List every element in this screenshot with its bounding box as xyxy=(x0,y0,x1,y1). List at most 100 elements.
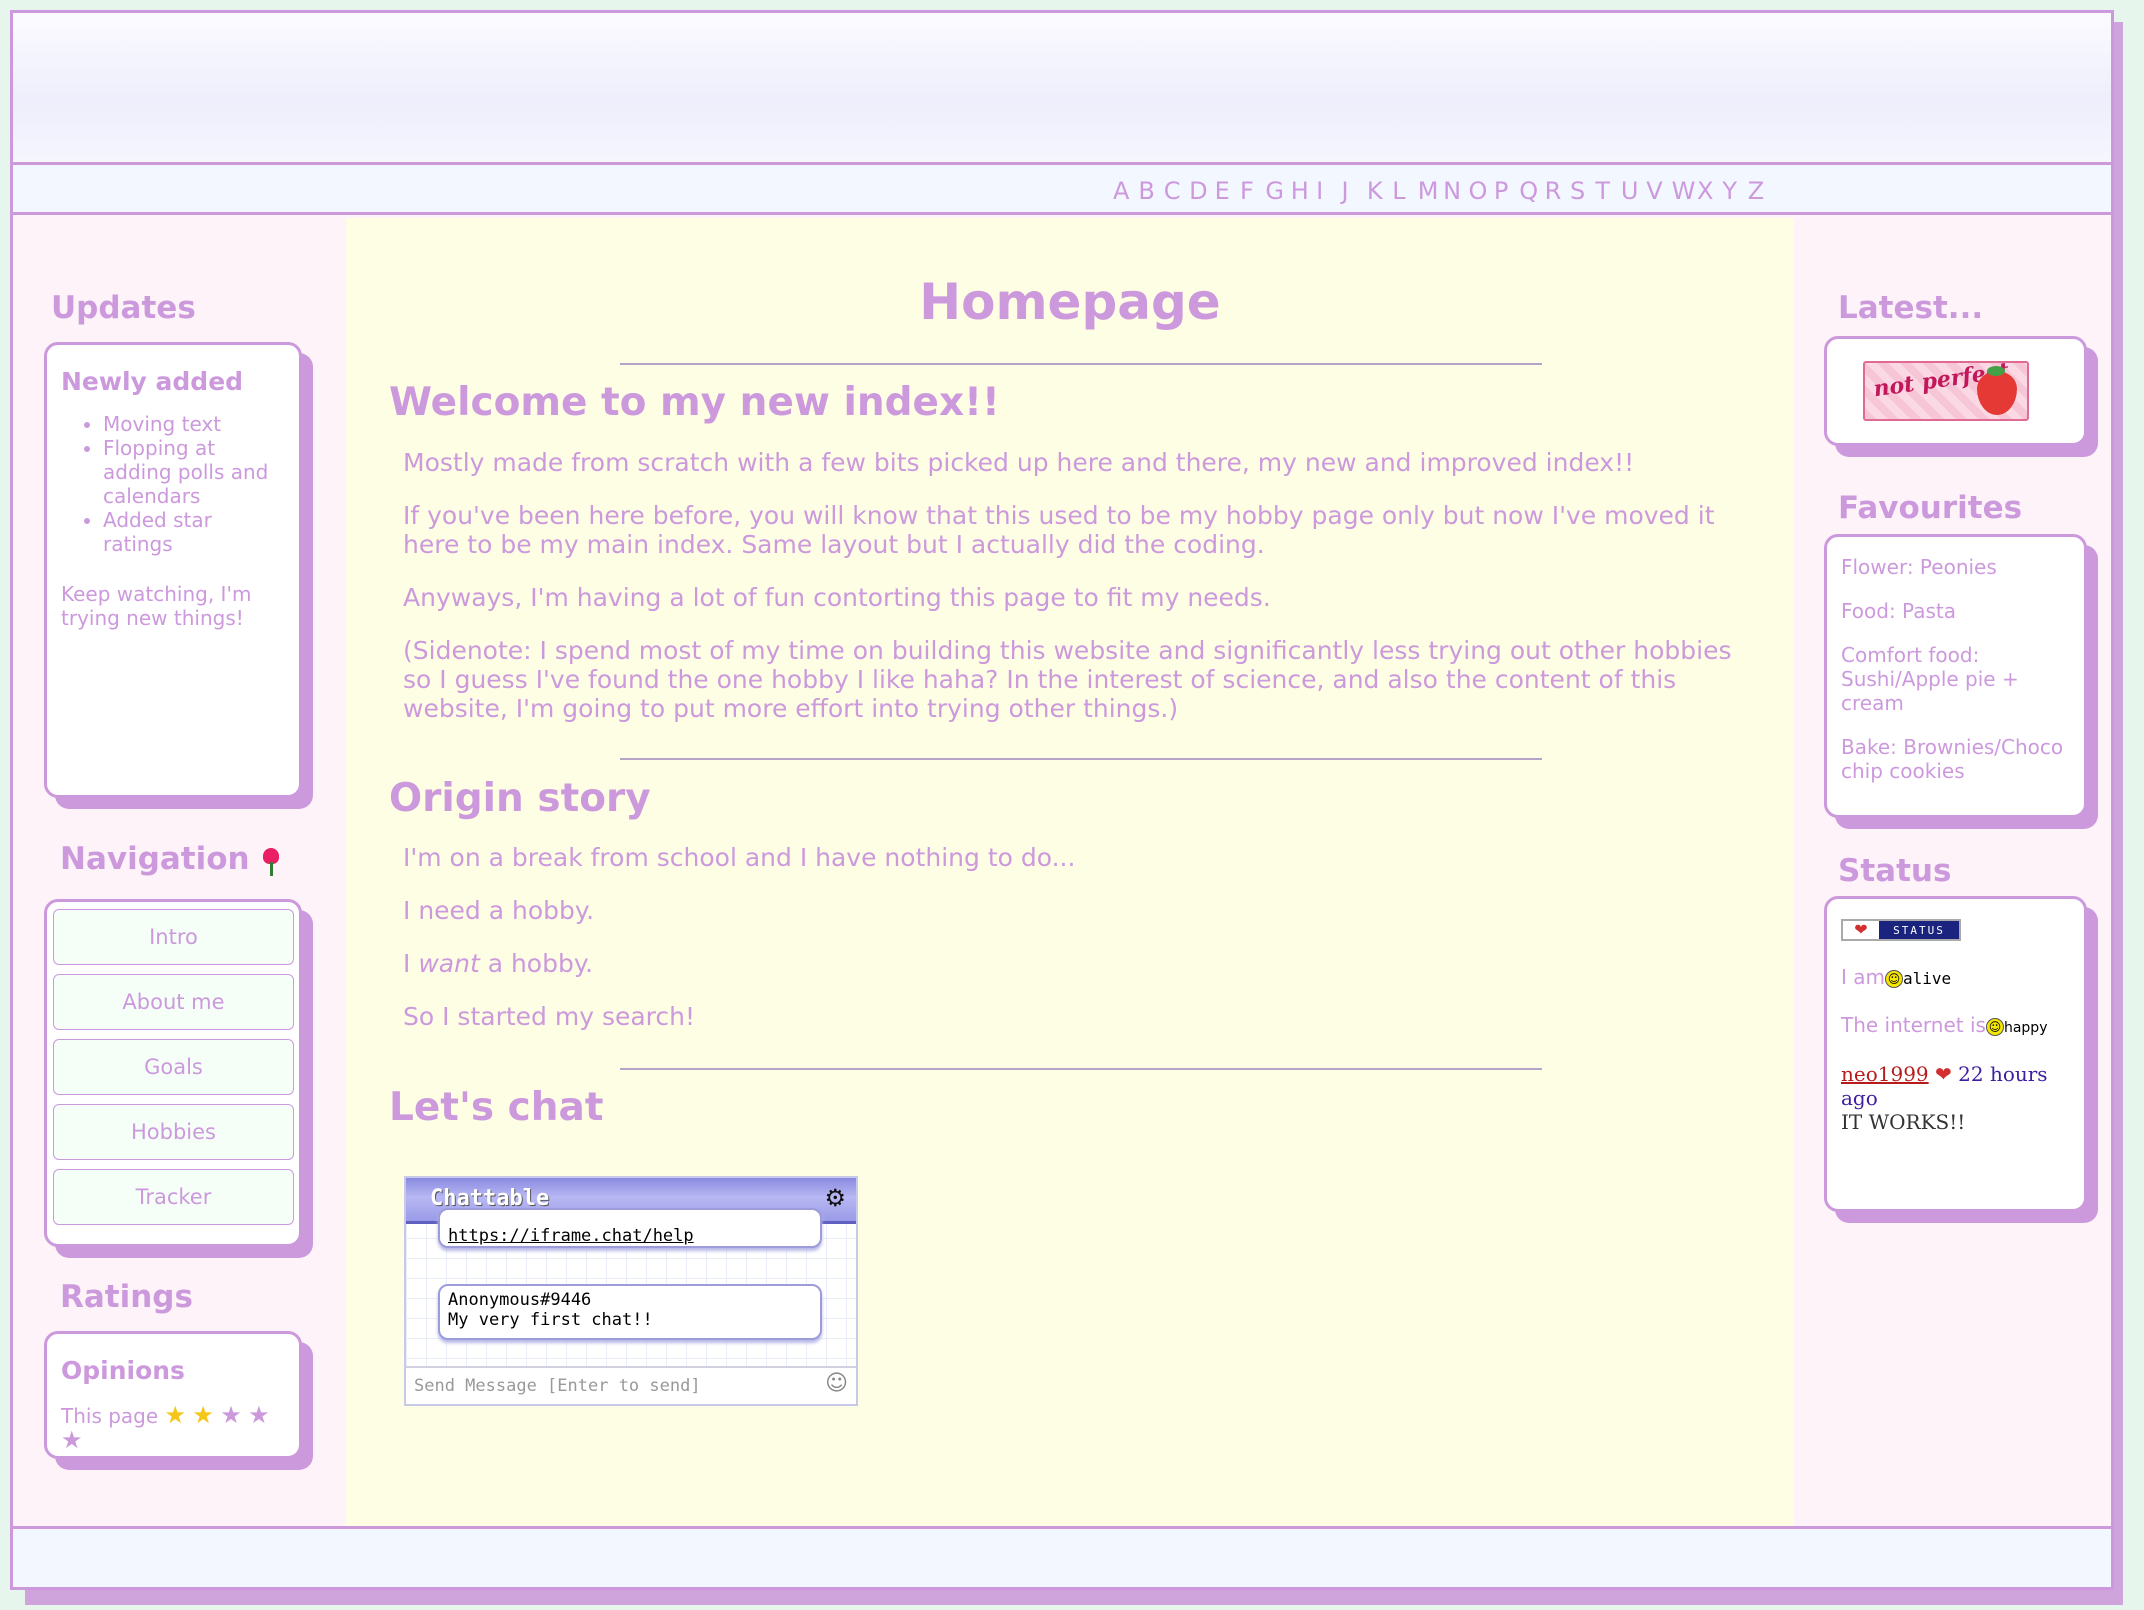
status-badge: ❤ STATUS xyxy=(1841,919,1961,941)
alphabet-link-v[interactable]: V xyxy=(1646,177,1671,205)
emoji-icon[interactable]: ☺ xyxy=(825,1371,848,1396)
welcome-paragraph-1: Mostly made from scratch with a few bits… xyxy=(403,448,1635,477)
updates-subtitle: Newly added xyxy=(61,367,244,396)
navigation-box: Intro About me Goals Hobbies Tracker xyxy=(44,899,302,1247)
page-title: Homepage xyxy=(919,273,1221,331)
alphabet-link-u[interactable]: U xyxy=(1621,177,1646,205)
status-post-meta: neo1999 ❤ 22 hours ago xyxy=(1841,1062,2070,1110)
alphabet-link-z[interactable]: Z xyxy=(1748,177,1773,205)
nav-hobbies-button[interactable]: Hobbies xyxy=(53,1104,294,1160)
status-badge-text: STATUS xyxy=(1893,923,1945,937)
chat-message-help: https://iframe.chat/help xyxy=(438,1208,822,1248)
ratings-subtitle: Opinions xyxy=(61,1356,185,1385)
alphabet-link-o[interactable]: O xyxy=(1468,177,1493,205)
latest-image[interactable]: not perfect xyxy=(1863,358,2029,421)
star-filled-icon[interactable]: ★ xyxy=(165,1401,187,1429)
origin-paragraph-2: I need a hobby. xyxy=(403,896,595,925)
divider xyxy=(620,1068,1542,1070)
alphabet-bar: ABCDEFGHIJKLMNOPQRSTUVWXYZ xyxy=(13,165,2111,215)
help-link[interactable]: https://iframe.chat/help xyxy=(448,1226,694,1246)
favourite-bake: Bake: Brownies/Choco chip cookies xyxy=(1841,735,2064,783)
star-empty-icon[interactable]: ★ xyxy=(248,1401,270,1429)
heart-icon: ❤ xyxy=(1843,921,1879,939)
alphabet-link-w[interactable]: W xyxy=(1672,177,1697,205)
chat-message-input[interactable]: Send Message [Enter to send] xyxy=(406,1366,856,1404)
gear-icon[interactable]: ⚙ xyxy=(824,1184,846,1212)
alphabet-link-r[interactable]: R xyxy=(1545,177,1570,205)
alphabet-link-k[interactable]: K xyxy=(1367,177,1392,205)
updates-box: Newly added Moving textFlopping at addin… xyxy=(44,342,302,798)
alphabet-link-l[interactable]: L xyxy=(1392,177,1417,205)
chat-heading: Let's chat xyxy=(389,1085,604,1130)
navigation-title-text: Navigation xyxy=(60,841,250,877)
status-internet-label: The internet is xyxy=(1841,1013,1986,1037)
chat-widget[interactable]: Chattable ⚙ https://iframe.chat/help Ano… xyxy=(404,1176,858,1406)
alphabet-link-e[interactable]: E xyxy=(1215,177,1240,205)
alphabet-link-g[interactable]: G xyxy=(1265,177,1290,205)
updates-title: Updates xyxy=(51,290,196,326)
strawberry-icon xyxy=(1977,371,2017,415)
alphabet-link-f[interactable]: F xyxy=(1240,177,1265,205)
latest-box: not perfect xyxy=(1824,336,2087,446)
status-iam: I am ☺ alive xyxy=(1841,965,2070,991)
alphabet-link-b[interactable]: B xyxy=(1138,177,1163,205)
favourite-comfort-food: Comfort food: Sushi/Apple pie + cream xyxy=(1841,643,2019,715)
welcome-paragraph-4: (Sidenote: I spend most of my time on bu… xyxy=(403,636,1732,723)
welcome-heading: Welcome to my new index!! xyxy=(389,380,1000,425)
latest-title: Latest... xyxy=(1838,290,1984,326)
alphabet-link-y[interactable]: Y xyxy=(1722,177,1747,205)
tulip-icon xyxy=(260,846,282,876)
chat-input-placeholder: Send Message [Enter to send] xyxy=(414,1376,701,1396)
status-post-user-link[interactable]: neo1999 xyxy=(1841,1062,1929,1086)
favourites-box: Flower: Peonies Food: Pasta Comfort food… xyxy=(1824,534,2087,818)
alphabet-link-a[interactable]: A xyxy=(1113,177,1138,205)
status-iam-value: alive xyxy=(1903,969,1952,988)
nav-tracker-button[interactable]: Tracker xyxy=(53,1169,294,1225)
header-banner xyxy=(13,13,2111,165)
alphabet-links: ABCDEFGHIJKLMNOPQRSTUVWXYZ xyxy=(1113,177,1773,205)
alphabet-link-t[interactable]: T xyxy=(1595,177,1620,205)
status-title: Status xyxy=(1838,853,1952,889)
chat-message-text: My very first chat!! xyxy=(448,1310,653,1330)
alphabet-link-i[interactable]: I xyxy=(1316,177,1341,205)
nav-goals-button[interactable]: Goals xyxy=(53,1039,294,1095)
alphabet-link-x[interactable]: X xyxy=(1697,177,1722,205)
origin-text: a hobby. xyxy=(479,949,594,978)
alphabet-link-s[interactable]: S xyxy=(1570,177,1595,205)
nav-intro-button[interactable]: Intro xyxy=(53,909,294,965)
rating-label: This page xyxy=(61,1404,159,1428)
footer xyxy=(13,1526,2111,1587)
status-post-text: IT WORKS!! xyxy=(1841,1110,1966,1134)
status-internet: The internet is ☺ happy xyxy=(1841,1013,2070,1040)
alphabet-link-d[interactable]: D xyxy=(1189,177,1214,205)
star-empty-icon[interactable]: ★ xyxy=(220,1401,242,1429)
status-internet-value: happy xyxy=(2003,1020,2048,1036)
favourites-title: Favourites xyxy=(1838,490,2023,526)
heart-icon: ❤ xyxy=(1935,1062,1952,1086)
divider xyxy=(620,363,1542,365)
alphabet-link-q[interactable]: Q xyxy=(1519,177,1544,205)
origin-emphasis: want xyxy=(418,949,480,978)
alphabet-link-c[interactable]: C xyxy=(1164,177,1189,205)
status-box: ❤ STATUS I am ☺ alive The internet is ☺ happ… xyxy=(1824,896,2087,1212)
alphabet-link-p[interactable]: P xyxy=(1494,177,1519,205)
favourite-food: Food: Pasta xyxy=(1841,599,1956,623)
ratings-title: Ratings xyxy=(60,1279,193,1315)
origin-paragraph-3: I want a hobby. xyxy=(403,949,1763,978)
star-empty-icon[interactable]: ★ xyxy=(61,1426,83,1454)
navigation-title: Navigation xyxy=(60,841,282,877)
alphabet-link-n[interactable]: N xyxy=(1443,177,1468,205)
update-item: Moving text xyxy=(103,412,285,436)
nav-about-me-button[interactable]: About me xyxy=(53,974,294,1030)
smiley-icon: ☺ xyxy=(1885,969,1903,988)
origin-heading: Origin story xyxy=(389,776,651,821)
alphabet-link-j[interactable]: J xyxy=(1342,177,1367,205)
favourite-flower: Flower: Peonies xyxy=(1841,555,1997,579)
update-item: Flopping at adding polls and calendars xyxy=(103,436,285,508)
chat-message-user: Anonymous#9446 xyxy=(448,1290,592,1310)
alphabet-link-m[interactable]: M xyxy=(1418,177,1443,205)
welcome-paragraph-3: Anyways, I'm having a lot of fun contort… xyxy=(403,583,1271,612)
alphabet-link-h[interactable]: H xyxy=(1291,177,1316,205)
rating-row: This page ★ ★ ★ ★ ★ xyxy=(61,1403,285,1453)
star-filled-icon[interactable]: ★ xyxy=(192,1401,214,1429)
